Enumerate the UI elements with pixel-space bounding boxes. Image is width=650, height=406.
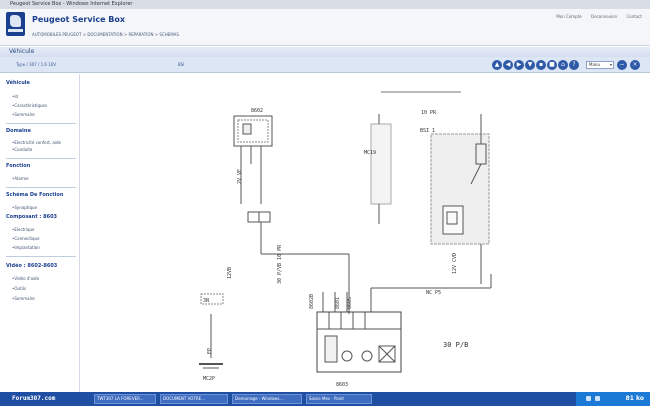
- label-10pr: 10 PR: [421, 110, 437, 116]
- label-30pvb-vert: 30 P/VB 10 PR: [277, 244, 283, 284]
- arrow-left-icon[interactable]: ◀: [503, 60, 513, 70]
- label-8602b: 8602B: [309, 294, 315, 309]
- save-icon[interactable]: ■: [547, 60, 557, 70]
- network-icon[interactable]: [586, 396, 591, 401]
- arrow-up-icon[interactable]: ▲: [492, 60, 502, 70]
- volume-icon[interactable]: [595, 396, 600, 401]
- label-mc19: MC19: [364, 150, 376, 156]
- label-bsi: BSI 1: [420, 128, 435, 134]
- sidebar: Véhicule Id Caractéristiques Sommaire Do…: [0, 74, 80, 392]
- label-3n: 3N: [203, 298, 209, 304]
- label-2v-ve: 2V VE: [237, 169, 243, 184]
- divider: [6, 187, 76, 188]
- taskbar: Forum307.com TWT307 LA FOREVER... DOCUME…: [0, 392, 650, 406]
- language-select-value: Manu: [589, 62, 600, 67]
- label-8605: 8605: [347, 297, 353, 309]
- help-icon[interactable]: ?: [569, 60, 579, 70]
- divider: [6, 158, 76, 159]
- sidebar-item-alarme[interactable]: Alarme: [12, 176, 28, 181]
- print-icon[interactable]: ▪: [536, 60, 546, 70]
- sidebar-section-vehicule: Véhicule: [6, 80, 30, 86]
- divider: [6, 256, 76, 257]
- label-ncp5: NC P5: [426, 290, 441, 296]
- arrow-down-icon[interactable]: ▼: [525, 60, 535, 70]
- sidebar-section-video: Vidéo : 8602-8603: [6, 263, 58, 269]
- breadcrumb[interactable]: AUTOMOBILES PEUGEOT > DOCUMENTATION > RE…: [32, 32, 179, 37]
- task-button-4[interactable]: Saisie Mes - Paint: [306, 394, 372, 404]
- home-icon[interactable]: ⌂: [558, 60, 568, 70]
- sidebar-item-electrique[interactable]: Electrique: [12, 227, 34, 232]
- sidebar-item-sommaire-video[interactable]: Sommaire: [12, 296, 34, 301]
- sidebar-section-schema: Schéma De Fonction: [6, 192, 64, 198]
- task-button-3[interactable]: Demarrage - Windows...: [232, 394, 302, 404]
- app-title: Peugeot Service Box: [32, 15, 126, 24]
- sidebar-item-caracteristiques[interactable]: Caractéristiques: [12, 103, 47, 108]
- tray-icons: [586, 396, 600, 401]
- label-ep: EP: [207, 348, 213, 354]
- sidebar-item-synoptique[interactable]: Synoptique: [12, 205, 37, 210]
- nav-icons: ▲ ◀ ▶ ▼ ▪ ■ ⌂ ?: [492, 60, 579, 70]
- app-header: Peugeot Service Box AUTOMOBILES PEUGEOT …: [0, 9, 650, 46]
- brand-strip: [8, 29, 23, 32]
- watermark-brand: Forum307.com: [12, 395, 56, 402]
- sidebar-section-fonction: Fonction: [6, 163, 31, 169]
- label-12v-cvd: 12V CVD: [452, 253, 458, 274]
- tray-status: 81 ko: [625, 395, 644, 402]
- sidebar-item-conduite[interactable]: Conduite: [12, 147, 32, 152]
- top-links: Mon Compte Deconnexion Contact: [548, 14, 642, 19]
- divider: [6, 123, 76, 124]
- banner-label: Véhicule: [9, 48, 35, 55]
- language-select[interactable]: Manu ▾: [586, 61, 614, 69]
- contact-link[interactable]: Contact: [626, 14, 642, 19]
- task-button-2[interactable]: DOCUMENT VOTRE...: [160, 394, 228, 404]
- arrow-right-icon[interactable]: ▶: [514, 60, 524, 70]
- wiring-diagram: 8602 BSI 1 10 PR 8603 30 P/B NC P5 3N MC…: [199, 91, 492, 388]
- sidebar-item-id[interactable]: Id: [12, 94, 18, 99]
- label-12vb: 12VB: [227, 267, 233, 279]
- label-8602: 8602: [251, 108, 263, 114]
- section-banner: Véhicule: [0, 47, 650, 57]
- sidebar-item-electricite[interactable]: Electricité confort, aide: [12, 140, 61, 145]
- task-button-1[interactable]: TWT307 LA FOREVER...: [94, 394, 156, 404]
- sidebar-item-outils[interactable]: Outils: [12, 286, 26, 291]
- window-title: Peugeot Service Box - Windows Internet E…: [0, 0, 650, 9]
- close-icon[interactable]: ×: [630, 60, 640, 70]
- sidebar-item-connectique[interactable]: Connectique: [12, 236, 39, 241]
- sidebar-item-implantation[interactable]: Implantation: [12, 245, 39, 250]
- lion-icon: [10, 15, 21, 27]
- account-link[interactable]: Mon Compte: [556, 14, 581, 19]
- sidebar-item-video-aide[interactable]: Vidéo d'aide: [12, 276, 39, 281]
- sidebar-section-composant: Composant : 8603: [6, 214, 58, 220]
- peugeot-logo: [6, 12, 25, 36]
- label-8601: 8601: [335, 297, 341, 309]
- toolbar: Type / 307 / 1.6 16V BSI ▲ ◀ ▶ ▼ ▪ ■ ⌂ ?…: [0, 57, 650, 73]
- chevron-down-icon: ▾: [609, 62, 612, 67]
- label-8603: 8603: [336, 382, 348, 388]
- label-30pvb: 30 P/B: [443, 341, 468, 349]
- sidebar-item-sommaire[interactable]: Sommaire: [12, 112, 34, 117]
- sidebar-section-domaine: Domaine: [6, 128, 31, 134]
- minus-icon[interactable]: −: [617, 60, 627, 70]
- logout-link[interactable]: Deconnexion: [591, 14, 617, 19]
- label-mc2p: MC2P: [203, 376, 215, 382]
- system-tray: 81 ko: [576, 392, 650, 406]
- vehicle-path[interactable]: Type / 307 / 1.6 16V: [16, 62, 56, 67]
- component-label: BSI: [178, 62, 185, 67]
